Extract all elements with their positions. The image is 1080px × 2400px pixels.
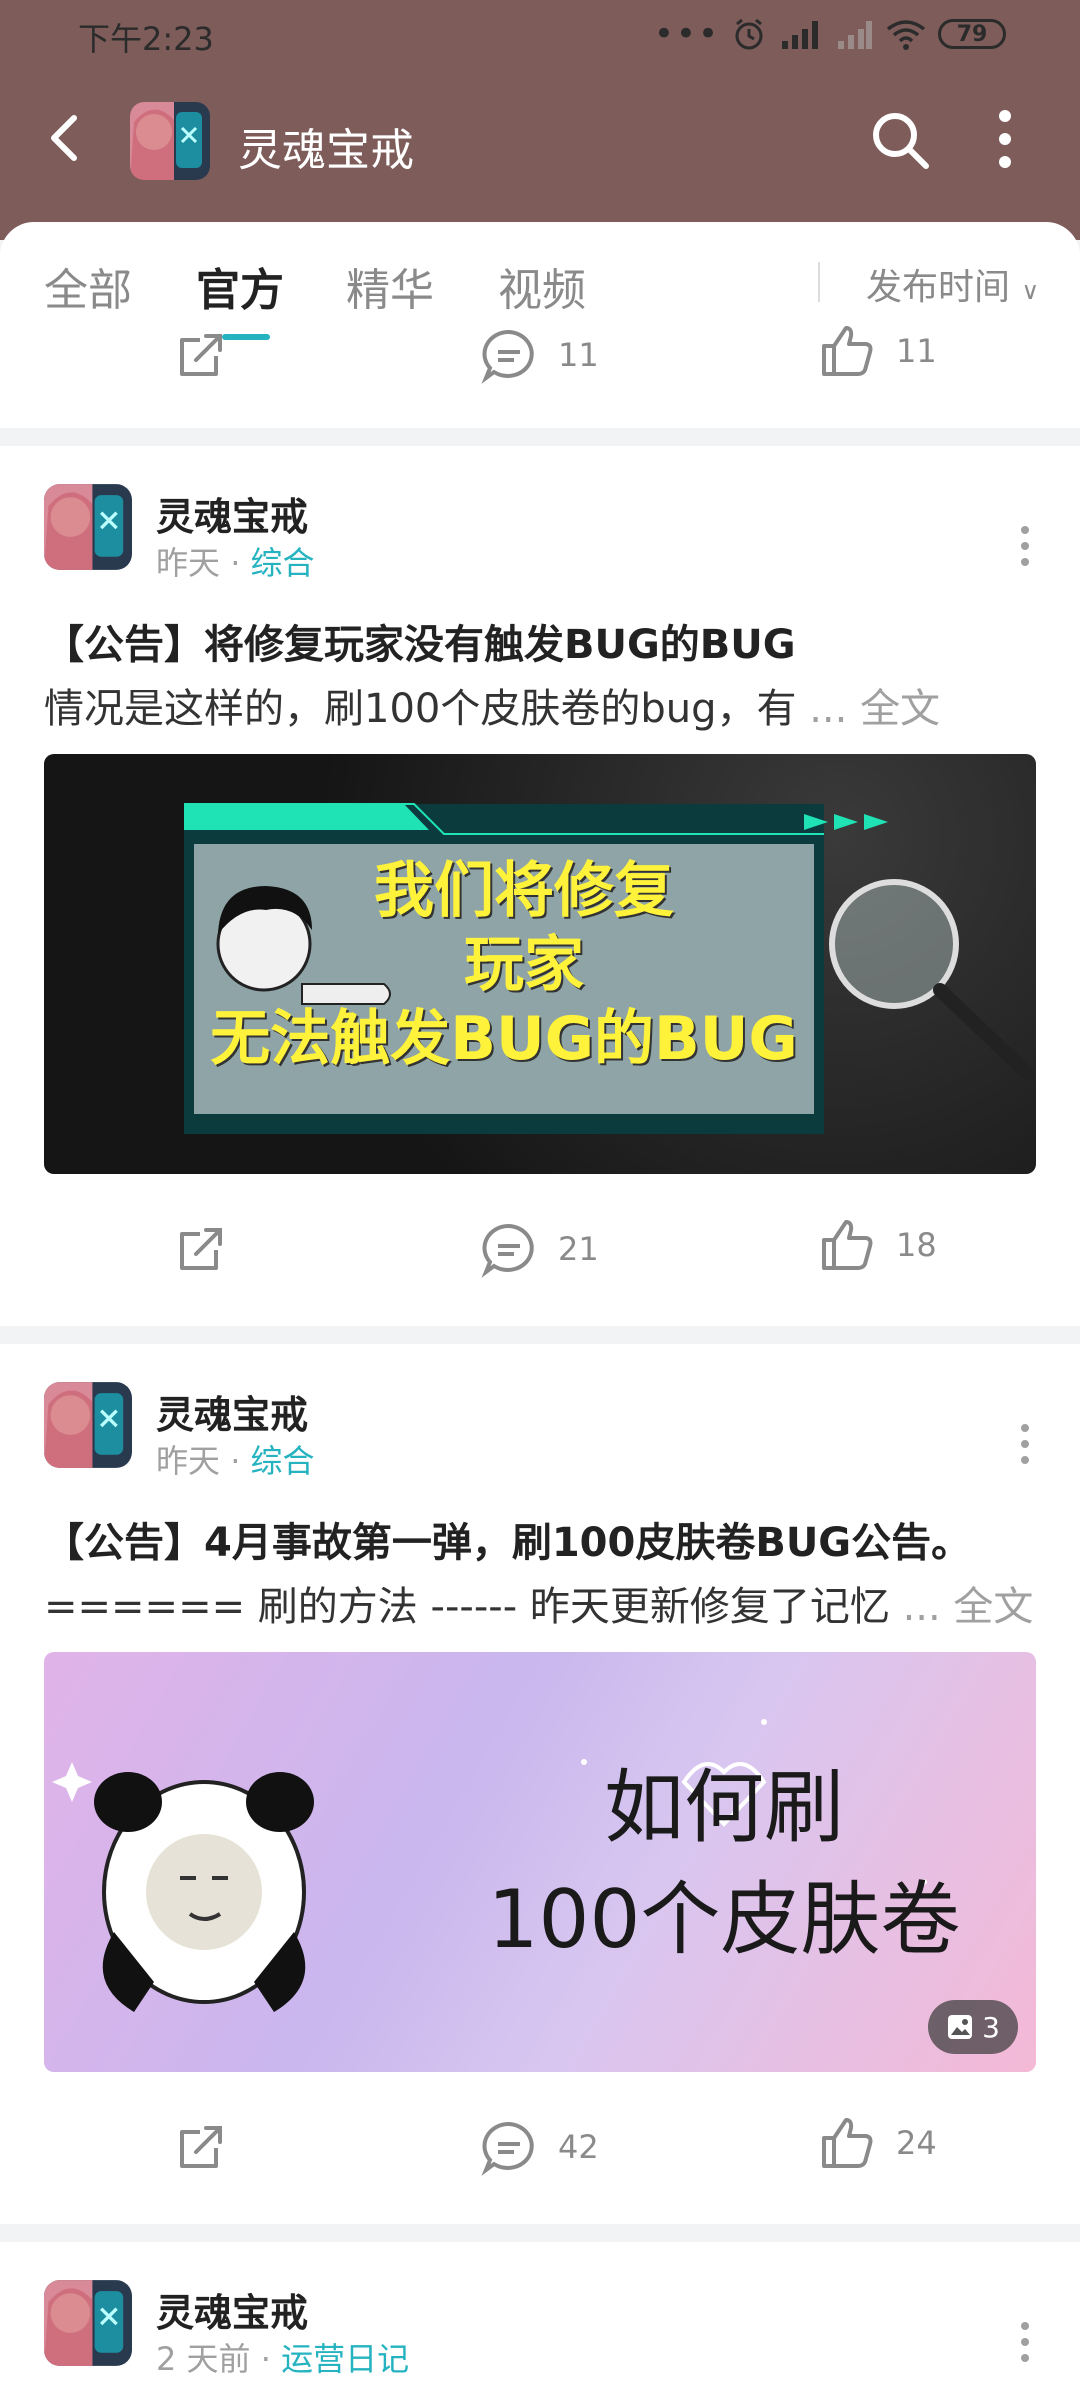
author-avatar[interactable]	[44, 1382, 132, 1468]
thumbs-up-icon	[822, 326, 873, 376]
post-time: 2 天前	[156, 2340, 251, 2378]
like-button[interactable]: 24	[818, 2114, 937, 2172]
image-caption-line: 我们将修复	[374, 856, 674, 926]
status-bar: 下午2:23 ••• 79	[0, 0, 1080, 68]
post-category[interactable]: 运营日记	[281, 2340, 409, 2378]
post-image[interactable]: 如何刷 100个皮肤卷 3	[44, 1652, 1036, 2072]
excerpt-text: ====== 刷的方法 ------ 昨天更新修复了记忆	[44, 1584, 890, 1630]
thumbs-up-icon	[822, 1220, 873, 1270]
post-category[interactable]: 综合	[251, 544, 315, 582]
post-image[interactable]: 我们将修复 玩家 无法触发BUG的BUG	[44, 754, 1036, 1174]
comment-button[interactable]: 21	[480, 1220, 599, 1278]
like-count: 24	[896, 2124, 937, 2162]
search-icon[interactable]	[868, 108, 932, 172]
back-arrow-icon[interactable]	[36, 108, 96, 168]
image-count-badge: 3	[928, 2000, 1018, 2054]
comment-icon	[481, 329, 534, 384]
title-bar: 灵魂宝戒	[0, 90, 1080, 190]
sort-label: 发布时间	[866, 267, 1011, 308]
comment-button[interactable]: 11	[480, 326, 599, 384]
post-card[interactable]: 灵魂宝戒 昨天 · 综合 【公告】4月事故第一弹，刷100皮肤卷BUG公告。 =…	[0, 1344, 1080, 2224]
image-icon	[948, 2015, 973, 2039]
status-icons: ••• 79	[654, 14, 1006, 54]
tab-video[interactable]: 视频	[498, 254, 586, 318]
post-more-icon[interactable]	[1018, 1422, 1032, 1466]
chevron-down-icon: ∨	[1021, 277, 1040, 305]
comment-button[interactable]: 42	[480, 2118, 599, 2176]
like-button[interactable]: 18	[818, 1216, 937, 1274]
author-avatar[interactable]	[44, 484, 132, 570]
post-meta: 昨天 · 综合	[156, 1442, 315, 1480]
post-meta: 2 天前 · 运营日记	[156, 2340, 410, 2378]
author-name[interactable]: 灵魂宝戒	[156, 2282, 308, 2337]
read-more-link[interactable]: ... 全文	[903, 1584, 1034, 1630]
share-icon	[180, 334, 222, 376]
comment-count: 42	[558, 2128, 599, 2166]
comment-count: 11	[558, 336, 599, 374]
share-button[interactable]	[172, 326, 230, 384]
wifi-icon	[886, 20, 926, 50]
image-caption-line: 100个皮肤卷	[487, 1873, 961, 1966]
post-card[interactable]: 灵魂宝戒 昨天 · 综合 【公告】将修复玩家没有触发BUG的BUG 情况是这样的…	[0, 446, 1080, 1326]
tabs-bar: 全部 官方 精华 视频 发布时间 ∨ 11 11	[0, 222, 1080, 428]
author-name[interactable]: 灵魂宝戒	[156, 486, 308, 541]
tab-all[interactable]: 全部	[44, 254, 132, 318]
image-count: 3	[982, 2010, 1000, 2044]
share-icon	[180, 2126, 222, 2168]
image-caption-line: 无法触发BUG的BUG	[210, 1004, 798, 1074]
app-icon	[130, 102, 210, 180]
post-time: 昨天	[156, 544, 221, 582]
author-avatar[interactable]	[44, 2280, 132, 2366]
thumbs-up-icon	[822, 2118, 873, 2168]
post-card[interactable]: 灵魂宝戒 2 天前 · 运营日记	[0, 2242, 1080, 2400]
image-caption-line: 如何刷	[604, 1761, 844, 1854]
more-options-icon[interactable]	[980, 104, 1030, 174]
comment-icon	[481, 1223, 534, 1278]
status-time: 下午2:23	[78, 20, 214, 58]
post-category[interactable]: 综合	[251, 1442, 315, 1480]
comment-count: 21	[558, 1230, 599, 1268]
comment-icon	[481, 2121, 534, 2176]
battery-indicator: 79	[938, 19, 1006, 49]
alarm-icon	[735, 18, 763, 50]
sort-dropdown[interactable]: 发布时间 ∨	[866, 258, 1039, 310]
post-meta: 昨天 · 综合	[156, 544, 315, 582]
post-title[interactable]: 【公告】4月事故第一弹，刷100皮肤卷BUG公告。	[44, 1510, 971, 1568]
tab-featured[interactable]: 精华	[346, 254, 434, 318]
share-button[interactable]	[172, 2118, 230, 2176]
signal-hd-icon	[782, 21, 818, 49]
excerpt-text: 情况是这样的，刷100个皮肤卷的bug，有	[44, 686, 797, 732]
share-button[interactable]	[172, 1220, 230, 1278]
tab-official[interactable]: 官方	[196, 254, 284, 318]
author-name[interactable]: 灵魂宝戒	[156, 1384, 308, 1439]
signal-weak-icon	[838, 21, 872, 49]
post-title[interactable]: 【公告】将修复玩家没有触发BUG的BUG	[44, 612, 796, 670]
previous-post-actions: 11 11	[0, 326, 1080, 426]
post-time: 昨天	[156, 1442, 221, 1480]
post-more-icon[interactable]	[1018, 524, 1032, 568]
read-more-link[interactable]: ... 全文	[809, 686, 940, 732]
post-excerpt[interactable]: 情况是这样的，刷100个皮肤卷的bug，有 ... 全文	[44, 676, 1044, 734]
like-count: 18	[896, 1226, 937, 1264]
share-icon	[180, 1228, 222, 1270]
like-count: 11	[896, 332, 937, 370]
divider	[818, 262, 820, 302]
more-notifications-icon: •••	[653, 14, 720, 54]
post-excerpt[interactable]: ====== 刷的方法 ------ 昨天更新修复了记忆 ... 全文	[44, 1574, 1044, 1632]
post-more-icon[interactable]	[1018, 2320, 1032, 2364]
app-header: 下午2:23 ••• 79 灵魂宝戒	[0, 0, 1080, 240]
like-button[interactable]: 11	[818, 322, 937, 380]
page-title: 灵魂宝戒	[238, 125, 414, 176]
image-caption-line: 玩家	[464, 930, 584, 1000]
